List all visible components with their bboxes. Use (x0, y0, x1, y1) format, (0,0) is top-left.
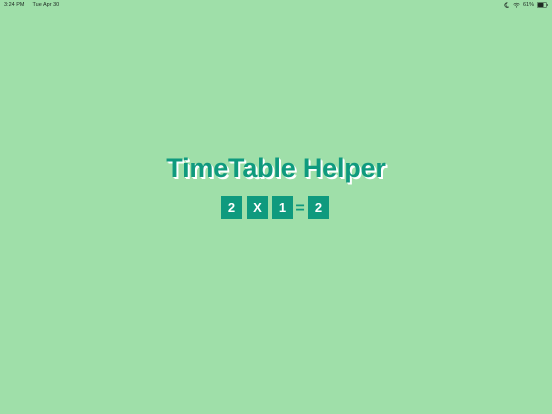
wifi-icon (513, 2, 520, 8)
times-table-equation: 2 X 1 = 2 (221, 196, 331, 219)
battery-percent: 61% (522, 2, 534, 8)
status-date: Tue Apr 30 (32, 2, 60, 8)
battery-icon (537, 2, 548, 8)
app-title: TimeTable Helper (166, 153, 386, 183)
right-operand-tile: 1 (272, 196, 293, 219)
status-left: 3:24 PM Tue Apr 30 (4, 0, 59, 10)
status-time: 3:24 PM (4, 2, 25, 8)
status-bar: 3:24 PM Tue Apr 30 61% (0, 0, 552, 10)
equals-sign: = (295, 200, 305, 217)
left-operand-tile: 2 (221, 196, 242, 219)
status-right: 61% (503, 0, 548, 10)
result-tile: 2 (308, 196, 329, 219)
operator-tile: X (247, 196, 268, 219)
moon-icon (503, 2, 510, 8)
